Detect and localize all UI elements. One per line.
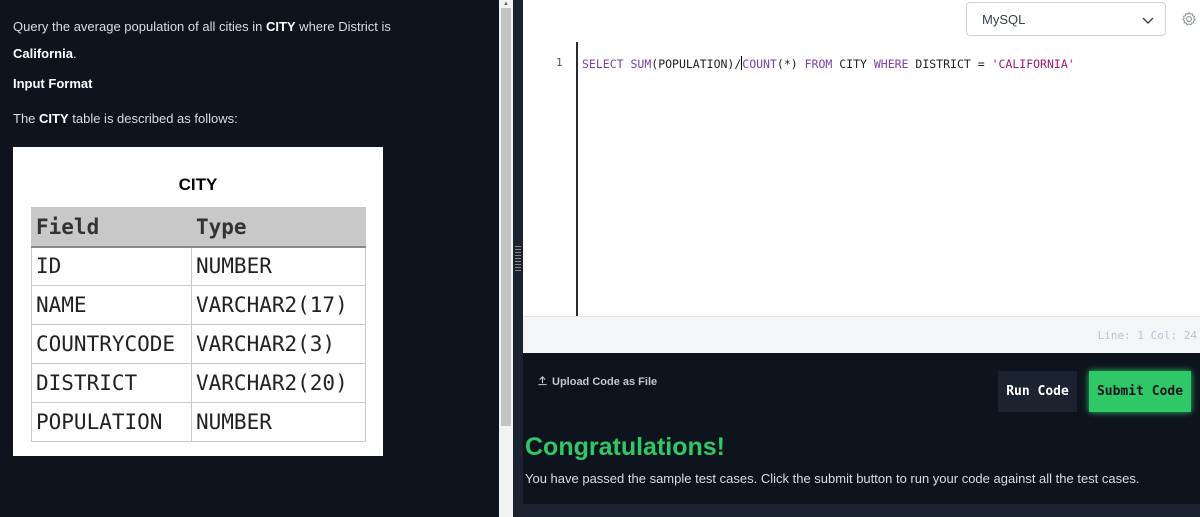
header-type: Type	[191, 207, 366, 248]
table-row: NAME VARCHAR2(17)	[31, 285, 366, 325]
field-cell: NAME	[31, 285, 192, 325]
field-cell: ID	[31, 246, 192, 286]
upload-icon	[538, 376, 547, 386]
code-token: 'CALIFORNIA'	[991, 57, 1075, 71]
code-token: COUNT	[742, 57, 777, 71]
header-field: Field	[31, 207, 192, 248]
code-line[interactable]: SELECT SUM(POPULATION)/COUNT(*) FROM CIT…	[582, 56, 1075, 71]
code-editor[interactable]: 1 SELECT SUM(POPULATION)/COUNT(*) FROM C…	[523, 42, 1200, 316]
field-cell: POPULATION	[31, 402, 192, 442]
editor-status-bar: Line: 1 Col: 24	[523, 316, 1200, 353]
chevron-down-icon	[1142, 17, 1154, 24]
code-editor-pane: MySQL 1 SELECT SUM(POPULATION)/COUNT(*) …	[523, 0, 1200, 517]
line-gutter: 1	[523, 42, 578, 316]
result-message: You have passed the sample test cases. C…	[525, 471, 1140, 486]
type-cell: VARCHAR2(3)	[191, 324, 366, 364]
table-header-row: Field Type	[31, 207, 366, 248]
code-token: (POPULATION)/	[651, 57, 742, 71]
test-results-panel	[523, 504, 1200, 517]
table-row: POPULATION NUMBER	[31, 402, 366, 442]
input-format-heading: Input Format	[13, 76, 93, 91]
problem-description: Query the average population of all citi…	[13, 19, 391, 61]
field-cell: DISTRICT	[31, 363, 192, 403]
code-token: WHERE	[873, 57, 909, 71]
code-token: SUM	[630, 57, 652, 71]
table-description: The CITY table is described as follows:	[13, 111, 238, 126]
upload-code-button[interactable]: Upload Code as File	[537, 375, 657, 388]
field-cell: COUNTRYCODE	[31, 324, 192, 364]
type-cell: VARCHAR2(17)	[191, 285, 366, 325]
type-cell: VARCHAR2(20)	[191, 363, 366, 403]
problem-statement-pane: Query the average population of all citi…	[0, 0, 499, 517]
language-select[interactable]: MySQL	[966, 2, 1166, 36]
run-code-button[interactable]: Run Code	[998, 371, 1077, 412]
type-cell: NUMBER	[191, 402, 366, 442]
editor-toolbar: MySQL	[523, 0, 1200, 42]
city-table-image: CITY Field Type ID NUMBER NAME VARCHAR2(…	[13, 147, 383, 456]
scroll-up-icon[interactable]: ▲	[501, 0, 511, 8]
submit-code-button[interactable]: Submit Code	[1089, 371, 1191, 412]
code-token: FROM	[804, 57, 833, 71]
table-title: CITY	[178, 175, 218, 194]
language-value: MySQL	[982, 12, 1026, 27]
code-token: DISTRICT =	[908, 57, 992, 71]
table-row: DISTRICT VARCHAR2(20)	[31, 363, 366, 403]
upload-label: Upload Code as File	[552, 376, 658, 388]
code-token: CITY	[832, 57, 874, 71]
table-row: ID NUMBER	[31, 246, 366, 286]
table-row: COUNTRYCODE VARCHAR2(3)	[31, 324, 366, 364]
drag-grip-icon[interactable]	[515, 246, 521, 272]
code-token: SELECT	[582, 57, 624, 71]
result-title: Congratulations!	[525, 433, 725, 461]
code-token: (*)	[776, 57, 805, 71]
type-cell: NUMBER	[191, 246, 366, 286]
gear-icon[interactable]	[1181, 11, 1197, 27]
line-number: 1	[556, 56, 563, 69]
city-schema-table: Field Type ID NUMBER NAME VARCHAR2(17) C…	[31, 207, 366, 442]
scrollbar-thumb[interactable]	[501, 8, 511, 426]
cursor-position: Line: 1 Col: 24	[1097, 329, 1197, 342]
